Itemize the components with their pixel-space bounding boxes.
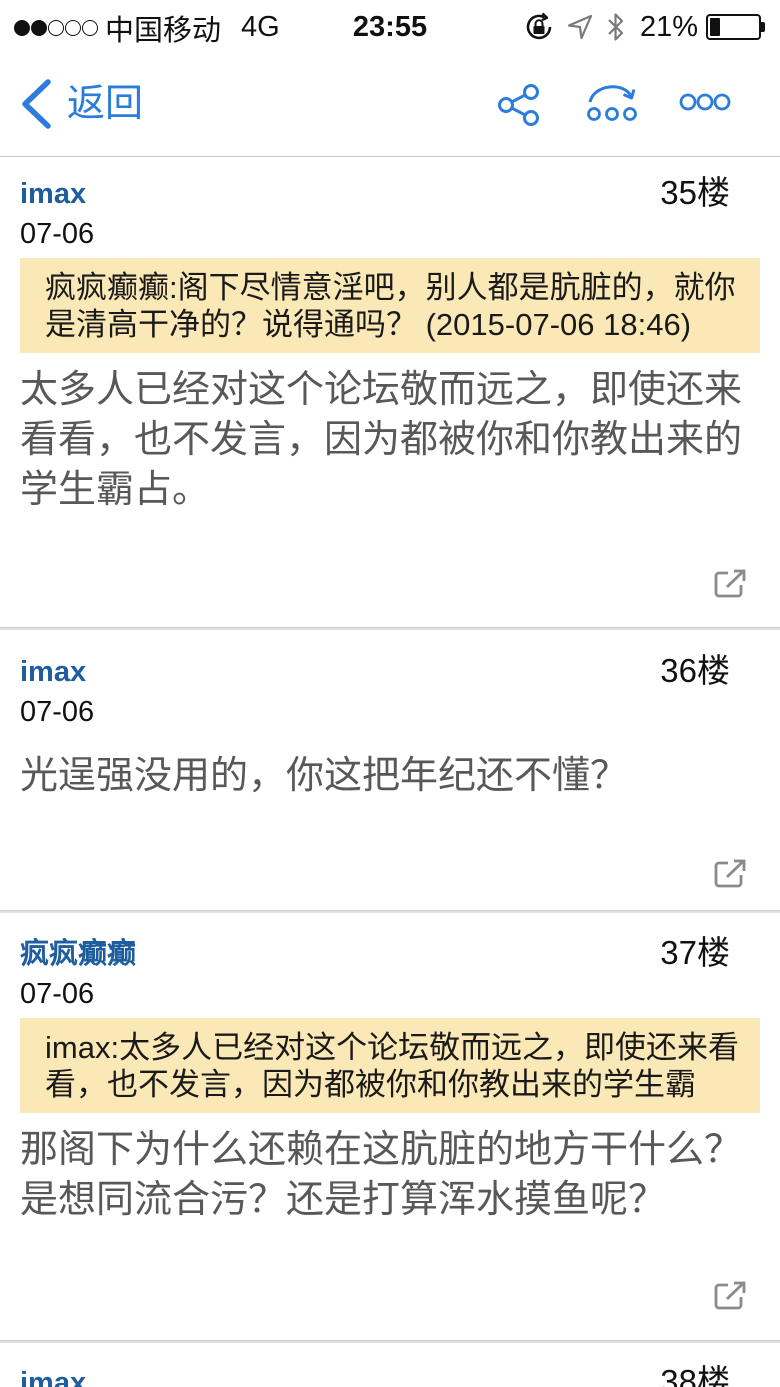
location-arrow-icon bbox=[567, 14, 593, 40]
back-label: 返回 bbox=[67, 83, 144, 125]
post-item: 疯疯癫癫 37楼 07-06 imax:太多人已经对这个论坛敬而远之，即使还来看… bbox=[0, 913, 780, 1340]
quoted-reply: 疯疯癫癫:阁下尽情意淫吧，别人都是肮脏的，就你是清高干净的？说得通吗？ (201… bbox=[20, 258, 760, 353]
post-author[interactable]: imax bbox=[20, 1367, 86, 1387]
reply-all-icon[interactable] bbox=[584, 80, 640, 126]
post-floor-number: 35楼 bbox=[660, 174, 730, 211]
post-floor-number: 37楼 bbox=[660, 934, 730, 971]
share-icon[interactable] bbox=[495, 80, 543, 128]
post-date: 07-06 bbox=[20, 696, 95, 728]
post-author[interactable]: 疯疯癫癫 bbox=[20, 938, 136, 970]
status-bar: 中国移动 4G 23:55 21% bbox=[0, 0, 780, 55]
chevron-left-icon bbox=[22, 79, 51, 129]
post-floor-number: 38楼 bbox=[660, 1363, 730, 1387]
post-date: 07-06 bbox=[20, 218, 95, 250]
post-header: imax 38楼 bbox=[20, 1363, 760, 1387]
back-button[interactable]: 返回 bbox=[16, 77, 156, 131]
post-header: 疯疯癫癫 37楼 bbox=[20, 934, 760, 974]
post-item: imax 38楼 bbox=[0, 1343, 780, 1387]
post-item: imax 35楼 07-06 疯疯癫癫:阁下尽情意淫吧，别人都是肮脏的，就你是清… bbox=[0, 158, 780, 627]
external-share-icon[interactable] bbox=[713, 1280, 747, 1310]
more-icon[interactable] bbox=[677, 88, 733, 116]
rotation-lock-icon bbox=[526, 12, 552, 40]
post-body: 太多人已经对这个论坛敬而远之，即使还来看看，也不发言，因为都被你和你教出来的学生… bbox=[20, 369, 743, 511]
post-header: imax 36楼 bbox=[20, 652, 760, 692]
post-body: 那阁下为什么还赖在这肮脏的地方干什么？是想同流合污？还是打算浑水摸鱼呢？ bbox=[20, 1129, 743, 1221]
external-share-icon[interactable] bbox=[713, 858, 747, 888]
post-floor-number: 36楼 bbox=[660, 652, 730, 689]
post-author[interactable]: imax bbox=[20, 178, 86, 210]
battery-percent: 21% bbox=[640, 11, 699, 43]
external-share-icon[interactable] bbox=[713, 568, 747, 598]
post-header: imax 35楼 bbox=[20, 174, 760, 214]
quoted-reply: imax:太多人已经对这个论坛敬而远之，即使还来看看，也不发言，因为都被你和你教… bbox=[20, 1018, 760, 1113]
post-body: 光逞强没用的，你这把年纪还不懂？ bbox=[20, 755, 629, 797]
post-date: 07-06 bbox=[20, 978, 95, 1010]
post-author[interactable]: imax bbox=[20, 656, 86, 688]
navigation-bar: 返回 bbox=[0, 55, 780, 157]
post-item: imax 36楼 07-06 光逞强没用的，你这把年纪还不懂？ bbox=[0, 630, 780, 910]
battery-level-fill bbox=[710, 18, 720, 36]
bluetooth-icon bbox=[608, 13, 624, 41]
battery-icon bbox=[706, 14, 766, 40]
